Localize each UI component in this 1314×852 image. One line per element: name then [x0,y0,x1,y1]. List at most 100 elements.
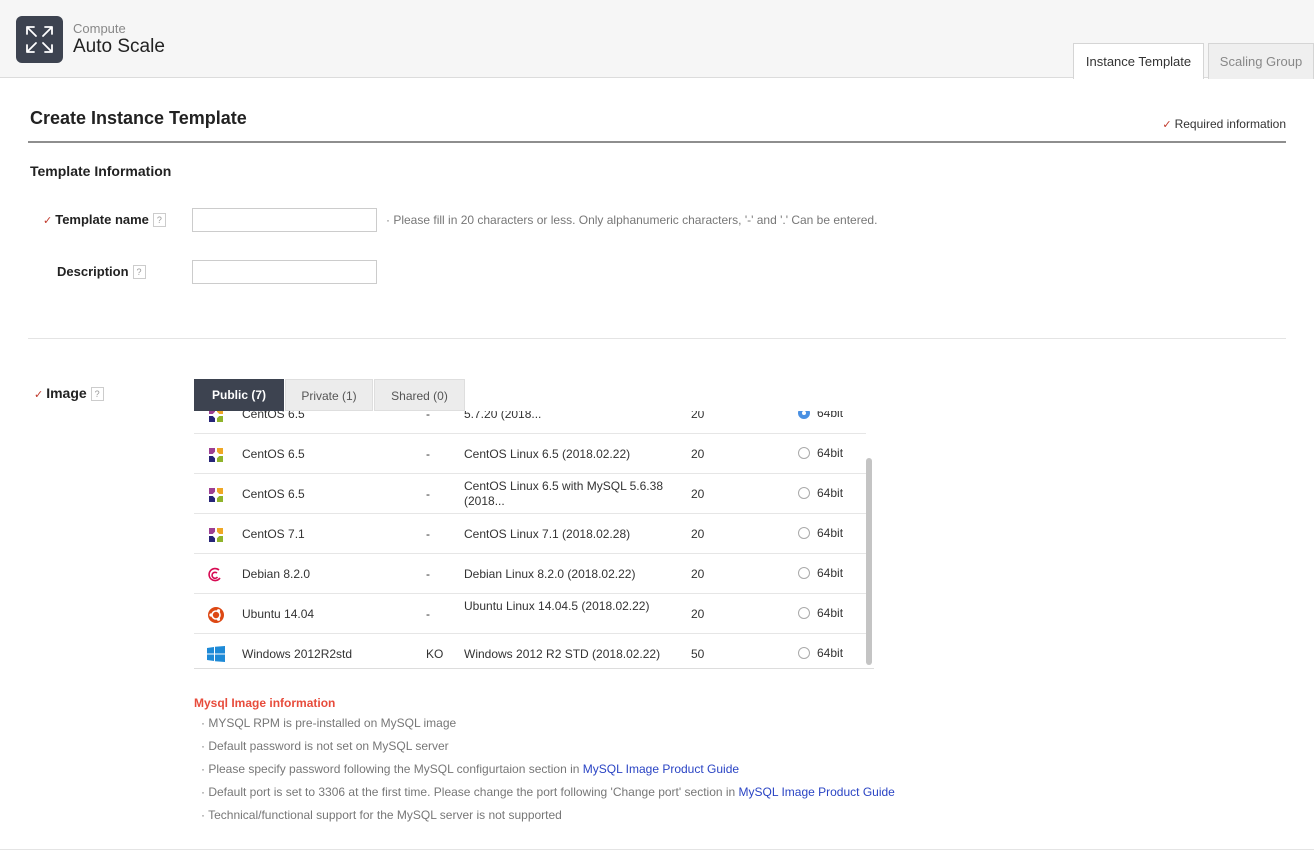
tab-public-images[interactable]: Public (7) [194,379,284,411]
bottom-divider [0,849,1314,850]
image-os-name: Windows 2012R2std [242,647,353,661]
image-select-radio[interactable] [798,487,810,499]
app-header: Compute Auto Scale Instance Template Sca… [0,0,1314,79]
service-title: Auto Scale [73,36,165,57]
image-row[interactable]: CentOS 6.5 - CentOS Linux 6.5 (2018.02.22)… [194,434,866,474]
image-select-radio[interactable] [798,447,810,459]
mysql-info-note: · MYSQL RPM is pre-installed on MySQL im… [201,716,456,730]
image-select-radio[interactable] [798,647,810,659]
page-title: Create Instance Template [30,108,247,128]
image-table: CentOS 6.5-5.7.20 (2018... 20 64bit CentOS … [194,411,874,669]
image-language: - [426,527,430,541]
mysql-info-note-text: · MYSQL RPM is pre-installed on MySQL im… [201,716,457,730]
mysql-info-title: Mysql Image information [194,696,336,710]
description-label-text: Description [57,264,129,279]
image-os-name: CentOS 6.5 [242,411,305,421]
ubuntu-icon [207,606,225,623]
image-row[interactable]: Windows 2012R2std KO Windows 2012 R2 STD (… [194,634,866,668]
image-description: CentOS Linux 6.5 (2018.02.22) [464,447,631,461]
service-category: Compute [73,21,126,36]
mysql-info-note-text: · Default port is set to 3306 at the fir… [201,785,739,799]
image-os-name: CentOS 7.1 [242,527,305,541]
image-language: - [426,487,430,501]
help-icon[interactable]: ? [90,387,104,401]
image-language: - [426,567,430,581]
mysql-info-note: · Default password is not set on MySQL s… [201,739,449,753]
image-bit: 64bit [817,566,844,580]
image-label: ✓ Image? [34,385,104,401]
image-os-name: CentOS 6.5 [242,487,305,501]
image-description: Windows 2012 R2 STD (2018.02.22) [464,647,661,661]
mysql-info-note: · Default port is set to 3306 at the fir… [201,785,895,799]
mysql-info-note-text: · Please specify password following the … [201,762,583,776]
image-select-radio[interactable] [798,607,810,619]
image-disk-size: 20 [691,411,705,421]
image-description: Debian Linux 8.2.0 (2018.02.22) [464,567,636,581]
section-divider [28,338,1286,339]
tab-shared-images[interactable]: Shared (0) [374,379,465,411]
image-row[interactable]: CentOS 7.1 - CentOS Linux 7.1 (2018.02.28)… [194,514,866,554]
mysql-info-note: · Technical/functional support for the M… [201,808,562,822]
image-disk-size: 20 [691,567,705,581]
tab-scaling-group[interactable]: Scaling Group [1208,43,1314,79]
required-check-icon: ✓ [43,215,53,227]
image-bit: 64bit [817,486,844,500]
image-disk-size: 50 [691,647,705,661]
image-select-radio[interactable] [798,567,810,579]
expand-arrows-icon [16,16,63,63]
image-bit: 64bit [817,646,844,660]
template-name-input[interactable] [192,208,377,232]
image-label-text: Image [46,385,87,401]
centos-icon [207,526,225,542]
image-language: - [426,411,430,421]
image-os-name: CentOS 6.5 [242,447,305,461]
image-row[interactable]: Debian 8.2.0 - Debian Linux 8.2.0 (2018.02… [194,554,866,594]
mysql-info-note-text: · Technical/functional support for the M… [201,808,562,822]
image-disk-size: 20 [691,527,705,541]
image-bit: 64bit [817,526,844,540]
image-row[interactable]: CentOS 6.5 - CentOS Linux 6.5 with MySQL 5… [194,474,866,514]
image-row[interactable]: Ubuntu 14.04 - Ubuntu Linux 14.04.5 (2018.… [194,594,866,634]
template-name-label-text: Template name [55,212,149,227]
image-description: Ubuntu Linux 14.04.5 (2018.02.22) [464,599,650,613]
image-language: KO [426,647,444,661]
template-name-label: ✓ Template name? [43,212,166,227]
mysql-product-guide-link[interactable]: MySQL Image Product Guide [739,785,895,799]
tab-instance-template[interactable]: Instance Template [1073,43,1204,79]
template-information-heading: Template Information [30,163,172,179]
image-description: CentOS Linux 6.5 with MySQL 5.6.38 (2018… [464,479,663,508]
image-bit: 64bit [817,411,844,420]
required-check-icon: ✓ [34,389,44,401]
tab-private-images[interactable]: Private (1) [285,379,373,411]
centos-icon [207,486,225,502]
required-information-note: ✓ Required information [1162,117,1286,131]
image-disk-size: 20 [691,487,705,501]
image-row[interactable]: CentOS 6.5 - 5.7.20 (2018... 20 64bit [194,411,866,434]
image-select-radio[interactable] [798,411,810,419]
required-check-icon: ✓ [1162,119,1172,131]
image-os-name: Debian 8.2.0 [242,567,311,581]
image-description: 5.7.20 (2018... [464,411,542,421]
image-table-scrollbar-thumb[interactable] [866,458,872,665]
image-bit: 64bit [817,606,844,620]
centos-icon [207,411,225,422]
image-select-radio[interactable] [798,527,810,539]
image-disk-size: 20 [691,607,705,621]
mysql-info-note-text: · Default password is not set on MySQL s… [201,739,449,753]
required-information-text: Required information [1174,117,1286,131]
image-description: CentOS Linux 7.1 (2018.02.28) [464,527,631,541]
image-disk-size: 20 [691,447,705,461]
help-icon[interactable]: ? [152,213,166,227]
template-name-hint: · Please fill in 20 characters or less. … [386,213,878,227]
title-divider [28,141,1286,143]
debian-icon [207,566,225,582]
image-language: - [426,607,430,621]
help-icon[interactable]: ? [132,265,146,279]
centos-icon [207,446,225,462]
image-os-name: Ubuntu 14.04 [242,607,315,621]
mysql-product-guide-link[interactable]: MySQL Image Product Guide [583,762,739,776]
description-label: Description? [57,264,146,279]
image-language: - [426,447,430,461]
description-input[interactable] [192,260,377,284]
mysql-info-note: · Please specify password following the … [201,762,739,776]
